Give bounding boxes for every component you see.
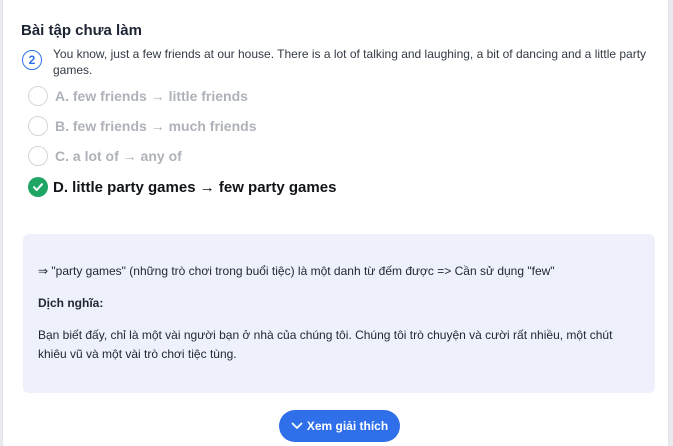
option-b[interactable]: B. few friends → much friends	[28, 115, 256, 137]
translation-heading: Dịch nghĩa:	[38, 296, 104, 310]
exercise-card: Bài tập chưa làm 2 You know, just a few …	[2, 0, 669, 446]
option-c-label: C. a lot of → any of	[55, 148, 182, 164]
option-a-label: A. few friends → little friends	[55, 88, 248, 104]
option-b-label: B. few friends → much friends	[55, 118, 257, 134]
translation-text: Bạn biết đấy, chỉ là một vài người bạn ở…	[38, 328, 613, 361]
chevron-down-icon	[291, 419, 303, 433]
question-number-badge: 2	[22, 50, 42, 70]
explanation-rule: ⇒ "party games" (những trò chơi trong bu…	[38, 264, 555, 278]
option-d-label: D. little party games → few party games	[53, 178, 337, 196]
radio-button[interactable]	[28, 116, 48, 136]
view-explanation-label: Xem giải thích	[306, 419, 389, 433]
radio-button[interactable]	[28, 146, 48, 166]
question-text: You know, just a few friends at our hous…	[53, 47, 647, 77]
option-c[interactable]: C. a lot of → any of	[28, 145, 182, 167]
option-a[interactable]: A. few friends → little friends	[28, 85, 248, 107]
section-title: Bài tập chưa làm	[21, 22, 142, 39]
check-circle-icon	[28, 177, 48, 197]
option-d[interactable]: D. little party games → few party games	[28, 176, 336, 198]
view-explanation-button[interactable]: Xem giải thích	[279, 410, 400, 442]
explanation-box: ⇒ "party games" (những trò chơi trong bu…	[23, 234, 655, 393]
radio-button[interactable]	[28, 86, 48, 106]
